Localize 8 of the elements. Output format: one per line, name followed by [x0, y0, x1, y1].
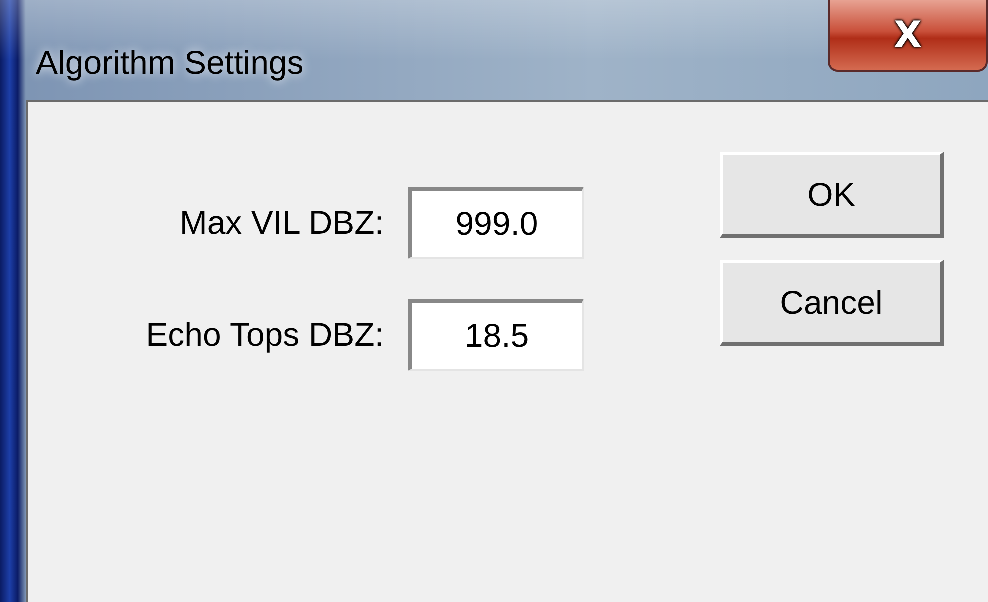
window-title: Algorithm Settings — [36, 44, 304, 82]
input-field[interactable]: 18.5 — [408, 299, 584, 371]
cancel-button[interactable]: Cancel — [720, 260, 944, 346]
input-field[interactable]: 999.0 — [408, 187, 584, 259]
close-button[interactable]: X — [828, 0, 988, 72]
field-label: Max VIL DBZ: — [178, 204, 385, 242]
field-label: Echo Tops DBZ: — [145, 316, 385, 354]
ok-button[interactable]: OK — [720, 152, 944, 238]
